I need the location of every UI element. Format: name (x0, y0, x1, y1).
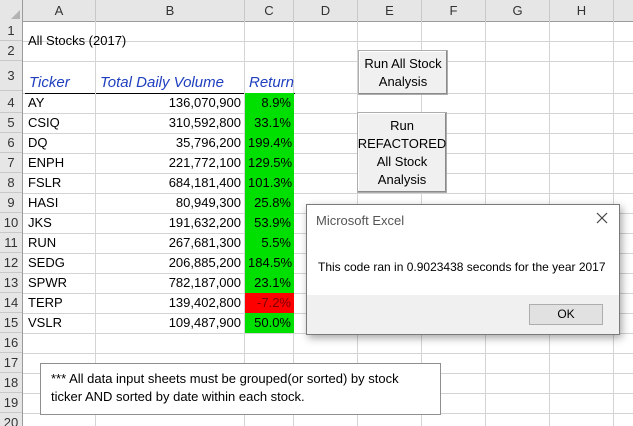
cell-return[interactable]: 184.5% (245, 253, 294, 273)
cell-return[interactable]: -7.2% (245, 293, 294, 313)
cell-volume[interactable]: 221,772,100 (96, 153, 244, 173)
cell-ticker[interactable]: TERP (25, 293, 95, 313)
row-header-19[interactable]: 19 (0, 393, 22, 413)
row-header-15[interactable]: 15 (0, 313, 22, 333)
row-header-16[interactable]: 16 (0, 333, 22, 353)
sheet-title[interactable]: All Stocks (2017) (25, 31, 245, 51)
grid-line (23, 353, 633, 354)
select-all-corner[interactable] (0, 0, 23, 21)
run-all-stock-analysis-button[interactable]: Run All Stock Analysis (358, 50, 448, 95)
row-header-14[interactable]: 14 (0, 293, 22, 313)
row-header-9[interactable]: 9 (0, 193, 22, 213)
row-header-11[interactable]: 11 (0, 233, 22, 253)
row-header-5[interactable]: 5 (0, 113, 22, 133)
cell-volume[interactable]: 782,187,000 (96, 273, 244, 293)
row-header-3[interactable]: 3 (0, 61, 22, 91)
cell-volume[interactable]: 109,487,900 (96, 313, 244, 333)
button-label-line: All Stock (376, 153, 428, 169)
note-line: *** All data input sheets must be groupe… (51, 371, 399, 386)
cell-ticker[interactable]: RUN (25, 233, 95, 253)
row-header-6[interactable]: 6 (0, 133, 22, 153)
cell-return[interactable]: 129.5% (245, 153, 294, 173)
cell-volume[interactable]: 310,592,800 (96, 113, 244, 133)
grid-line (23, 61, 633, 62)
row-header-13[interactable]: 13 (0, 273, 22, 293)
row-header-1[interactable]: 1 (0, 21, 22, 41)
column-header-f[interactable]: F (422, 0, 486, 21)
column-header-b[interactable]: B (96, 0, 245, 21)
cell-volume[interactable]: 136,070,900 (96, 93, 244, 113)
row-header-20[interactable]: 20 (0, 413, 22, 426)
button-label-line: Run All Stock (364, 55, 442, 71)
cell-return[interactable]: 8.9% (245, 93, 294, 113)
row-header-12[interactable]: 12 (0, 253, 22, 273)
cell-return[interactable]: 101.3% (245, 173, 294, 193)
header-total-daily-volume[interactable]: Total Daily Volume (96, 72, 244, 94)
row-header-8[interactable]: 8 (0, 173, 22, 193)
cell-volume[interactable]: 139,402,800 (96, 293, 244, 313)
dialog-title: Microsoft Excel (316, 213, 405, 228)
row-header-7[interactable]: 7 (0, 153, 22, 173)
column-header-d[interactable]: D (294, 0, 358, 21)
row-header-2[interactable]: 2 (0, 41, 22, 61)
dialog-footer: OK (307, 295, 619, 334)
row-header-10[interactable]: 10 (0, 213, 22, 233)
cell-volume[interactable]: 206,885,200 (96, 253, 244, 273)
cell-return[interactable]: 199.4% (245, 133, 294, 153)
cell-ticker[interactable]: DQ (25, 133, 95, 153)
cell-ticker[interactable]: JKS (25, 213, 95, 233)
cell-volume[interactable]: 684,181,400 (96, 173, 244, 193)
button-label-line: REFACTORED (357, 135, 447, 151)
row-header-column: 1 2 3 4 5 6 7 8 9 10 11 12 13 14 15 16 1… (0, 21, 23, 426)
dialog-message: This code ran in 0.9023438 seconds for t… (318, 260, 606, 274)
select-all-triangle-icon (11, 10, 20, 19)
cell-ticker[interactable]: ENPH (25, 153, 95, 173)
close-icon-graphic (596, 212, 608, 224)
cell-ticker[interactable]: CSIQ (25, 113, 95, 133)
column-header-h[interactable]: H (550, 0, 614, 21)
cell-return[interactable]: 53.9% (245, 213, 294, 233)
cell-volume[interactable]: 267,681,300 (96, 233, 244, 253)
cell-return[interactable]: 23.1% (245, 273, 294, 293)
run-refactored-all-stock-analysis-button[interactable]: Run REFACTORED All Stock Analysis (357, 112, 447, 193)
cell-return[interactable]: 5.5% (245, 233, 294, 253)
header-return[interactable]: Return (245, 72, 295, 94)
cell-volume[interactable]: 80,949,300 (96, 193, 244, 213)
close-icon[interactable] (595, 211, 609, 225)
note-text-box[interactable]: *** All data input sheets must be groupe… (40, 363, 441, 415)
cell-return[interactable]: 33.1% (245, 113, 294, 133)
cell-ticker[interactable]: HASI (25, 193, 95, 213)
column-header-g[interactable]: G (486, 0, 550, 21)
cell-ticker[interactable]: VSLR (25, 313, 95, 333)
button-label-line: Analysis (378, 73, 428, 89)
row-header-4[interactable]: 4 (0, 93, 22, 113)
note-line: ticker AND sorted by date within each st… (51, 389, 305, 404)
cell-return[interactable]: 25.8% (245, 193, 294, 213)
cell-ticker[interactable]: FSLR (25, 173, 95, 193)
column-header-c[interactable]: C (245, 0, 294, 21)
cell-ticker[interactable]: SEDG (25, 253, 95, 273)
cell-return[interactable]: 50.0% (245, 313, 294, 333)
row-header-17[interactable]: 17 (0, 353, 22, 373)
cell-volume[interactable]: 191,632,200 (96, 213, 244, 233)
cell-volume[interactable]: 35,796,200 (96, 133, 244, 153)
cell-ticker[interactable]: SPWR (25, 273, 95, 293)
message-box-dialog: Microsoft Excel This code ran in 0.90234… (306, 204, 620, 335)
button-label-line: Run (390, 117, 414, 133)
button-label-line: Analysis (377, 171, 427, 187)
cell-ticker[interactable]: AY (25, 93, 95, 113)
ok-button[interactable]: OK (529, 304, 603, 325)
row-header-18[interactable]: 18 (0, 373, 22, 393)
column-header-a[interactable]: A (23, 0, 96, 21)
header-ticker[interactable]: Ticker (25, 72, 95, 94)
column-header-e[interactable]: E (358, 0, 422, 21)
